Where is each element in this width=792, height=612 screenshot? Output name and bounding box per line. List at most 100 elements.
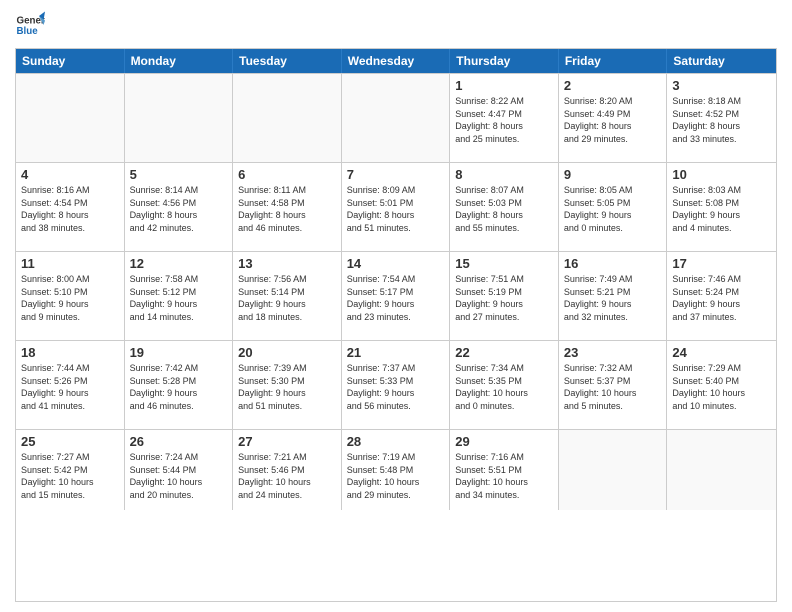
cell-info: Sunrise: 8:22 AM Sunset: 4:47 PM Dayligh… (455, 95, 553, 145)
cell-info: Sunrise: 7:16 AM Sunset: 5:51 PM Dayligh… (455, 451, 553, 501)
cell-info: Sunrise: 7:56 AM Sunset: 5:14 PM Dayligh… (238, 273, 336, 323)
cal-cell: 29 Sunrise: 7:16 AM Sunset: 5:51 PM Dayli… (450, 430, 559, 510)
cal-cell: 28 Sunrise: 7:19 AM Sunset: 5:48 PM Dayli… (342, 430, 451, 510)
cal-week-5: 25 Sunrise: 7:27 AM Sunset: 5:42 PM Dayli… (16, 429, 776, 510)
cell-info: Sunrise: 8:14 AM Sunset: 4:56 PM Dayligh… (130, 184, 228, 234)
cal-cell: 27 Sunrise: 7:21 AM Sunset: 5:46 PM Dayli… (233, 430, 342, 510)
cal-cell: 21 Sunrise: 7:37 AM Sunset: 5:33 PM Dayli… (342, 341, 451, 429)
cell-info: Sunrise: 7:46 AM Sunset: 5:24 PM Dayligh… (672, 273, 771, 323)
cal-cell (125, 74, 234, 162)
day-number: 26 (130, 434, 228, 449)
cal-cell: 13Sunrise: 7:56 AM Sunset: 5:14 PM Dayli… (233, 252, 342, 340)
cell-info: Sunrise: 8:03 AM Sunset: 5:08 PM Dayligh… (672, 184, 771, 234)
day-number: 5 (130, 167, 228, 182)
cal-cell: 17Sunrise: 7:46 AM Sunset: 5:24 PM Dayli… (667, 252, 776, 340)
cal-cell: 24Sunrise: 7:29 AM Sunset: 5:40 PM Dayli… (667, 341, 776, 429)
day-number: 10 (672, 167, 771, 182)
cal-cell: 26Sunrise: 7:24 AM Sunset: 5:44 PM Dayli… (125, 430, 234, 510)
cal-header-day-thursday: Thursday (450, 49, 559, 73)
cal-cell (559, 430, 668, 510)
cell-info: Sunrise: 8:09 AM Sunset: 5:01 PM Dayligh… (347, 184, 445, 234)
day-number: 11 (21, 256, 119, 271)
day-number: 7 (347, 167, 445, 182)
cal-cell: 11Sunrise: 8:00 AM Sunset: 5:10 PM Dayli… (16, 252, 125, 340)
day-number: 6 (238, 167, 336, 182)
cal-cell (667, 430, 776, 510)
day-number: 20 (238, 345, 336, 360)
cell-info: Sunrise: 7:51 AM Sunset: 5:19 PM Dayligh… (455, 273, 553, 323)
cal-cell: 20 Sunrise: 7:39 AM Sunset: 5:30 PM Dayli… (233, 341, 342, 429)
calendar-body: 1 Sunrise: 8:22 AM Sunset: 4:47 PM Daylig… (16, 73, 776, 510)
cal-cell: 19 Sunrise: 7:42 AM Sunset: 5:28 PM Dayli… (125, 341, 234, 429)
day-number: 25 (21, 434, 119, 449)
day-number: 19 (130, 345, 228, 360)
cal-cell: 9 Sunrise: 8:05 AM Sunset: 5:05 PM Daylig… (559, 163, 668, 251)
cell-info: Sunrise: 8:18 AM Sunset: 4:52 PM Dayligh… (672, 95, 771, 145)
cal-header-day-monday: Monday (125, 49, 234, 73)
day-number: 3 (672, 78, 771, 93)
cal-week-4: 18Sunrise: 7:44 AM Sunset: 5:26 PM Dayli… (16, 340, 776, 429)
cal-cell: 5 Sunrise: 8:14 AM Sunset: 4:56 PM Daylig… (125, 163, 234, 251)
day-number: 1 (455, 78, 553, 93)
cal-cell: 10 Sunrise: 8:03 AM Sunset: 5:08 PM Dayli… (667, 163, 776, 251)
cell-info: Sunrise: 8:16 AM Sunset: 4:54 PM Dayligh… (21, 184, 119, 234)
cal-header-day-saturday: Saturday (667, 49, 776, 73)
header: General Blue (15, 10, 777, 40)
cal-header-day-sunday: Sunday (16, 49, 125, 73)
cal-header-day-wednesday: Wednesday (342, 49, 451, 73)
page: General Blue SundayMondayTuesdayWednesda… (0, 0, 792, 612)
cal-header-day-friday: Friday (559, 49, 668, 73)
cal-cell: 12 Sunrise: 7:58 AM Sunset: 5:12 PM Dayli… (125, 252, 234, 340)
day-number: 23 (564, 345, 662, 360)
cell-info: Sunrise: 7:49 AM Sunset: 5:21 PM Dayligh… (564, 273, 662, 323)
day-number: 16 (564, 256, 662, 271)
cell-info: Sunrise: 7:21 AM Sunset: 5:46 PM Dayligh… (238, 451, 336, 501)
cal-header-day-tuesday: Tuesday (233, 49, 342, 73)
cal-cell: 14 Sunrise: 7:54 AM Sunset: 5:17 PM Dayli… (342, 252, 451, 340)
cal-cell (342, 74, 451, 162)
cell-info: Sunrise: 8:05 AM Sunset: 5:05 PM Dayligh… (564, 184, 662, 234)
svg-text:Blue: Blue (17, 26, 39, 37)
cell-info: Sunrise: 7:34 AM Sunset: 5:35 PM Dayligh… (455, 362, 553, 412)
day-number: 2 (564, 78, 662, 93)
calendar-header-row: SundayMondayTuesdayWednesdayThursdayFrid… (16, 49, 776, 73)
day-number: 18 (21, 345, 119, 360)
cell-info: Sunrise: 8:20 AM Sunset: 4:49 PM Dayligh… (564, 95, 662, 145)
day-number: 4 (21, 167, 119, 182)
cell-info: Sunrise: 7:27 AM Sunset: 5:42 PM Dayligh… (21, 451, 119, 501)
cell-info: Sunrise: 7:37 AM Sunset: 5:33 PM Dayligh… (347, 362, 445, 412)
day-number: 8 (455, 167, 553, 182)
cell-info: Sunrise: 7:54 AM Sunset: 5:17 PM Dayligh… (347, 273, 445, 323)
cal-week-2: 4 Sunrise: 8:16 AM Sunset: 4:54 PM Daylig… (16, 162, 776, 251)
logo: General Blue (15, 10, 45, 40)
cal-cell: 8 Sunrise: 8:07 AM Sunset: 5:03 PM Daylig… (450, 163, 559, 251)
cal-cell: 6 Sunrise: 8:11 AM Sunset: 4:58 PM Daylig… (233, 163, 342, 251)
cell-info: Sunrise: 7:32 AM Sunset: 5:37 PM Dayligh… (564, 362, 662, 412)
day-number: 22 (455, 345, 553, 360)
day-number: 27 (238, 434, 336, 449)
day-number: 14 (347, 256, 445, 271)
cell-info: Sunrise: 7:39 AM Sunset: 5:30 PM Dayligh… (238, 362, 336, 412)
day-number: 21 (347, 345, 445, 360)
cal-cell (233, 74, 342, 162)
cell-info: Sunrise: 7:29 AM Sunset: 5:40 PM Dayligh… (672, 362, 771, 412)
cal-cell: 18Sunrise: 7:44 AM Sunset: 5:26 PM Dayli… (16, 341, 125, 429)
day-number: 29 (455, 434, 553, 449)
cell-info: Sunrise: 7:58 AM Sunset: 5:12 PM Dayligh… (130, 273, 228, 323)
cal-cell: 15 Sunrise: 7:51 AM Sunset: 5:19 PM Dayli… (450, 252, 559, 340)
cal-cell: 2 Sunrise: 8:20 AM Sunset: 4:49 PM Daylig… (559, 74, 668, 162)
day-number: 9 (564, 167, 662, 182)
calendar: SundayMondayTuesdayWednesdayThursdayFrid… (15, 48, 777, 602)
logo-icon: General Blue (15, 10, 45, 40)
cal-cell: 7 Sunrise: 8:09 AM Sunset: 5:01 PM Daylig… (342, 163, 451, 251)
cell-info: Sunrise: 7:19 AM Sunset: 5:48 PM Dayligh… (347, 451, 445, 501)
day-number: 12 (130, 256, 228, 271)
cell-info: Sunrise: 7:42 AM Sunset: 5:28 PM Dayligh… (130, 362, 228, 412)
cal-week-3: 11Sunrise: 8:00 AM Sunset: 5:10 PM Dayli… (16, 251, 776, 340)
cal-week-1: 1 Sunrise: 8:22 AM Sunset: 4:47 PM Daylig… (16, 73, 776, 162)
cal-cell: 25 Sunrise: 7:27 AM Sunset: 5:42 PM Dayli… (16, 430, 125, 510)
day-number: 15 (455, 256, 553, 271)
day-number: 28 (347, 434, 445, 449)
cell-info: Sunrise: 8:07 AM Sunset: 5:03 PM Dayligh… (455, 184, 553, 234)
cell-info: Sunrise: 8:11 AM Sunset: 4:58 PM Dayligh… (238, 184, 336, 234)
